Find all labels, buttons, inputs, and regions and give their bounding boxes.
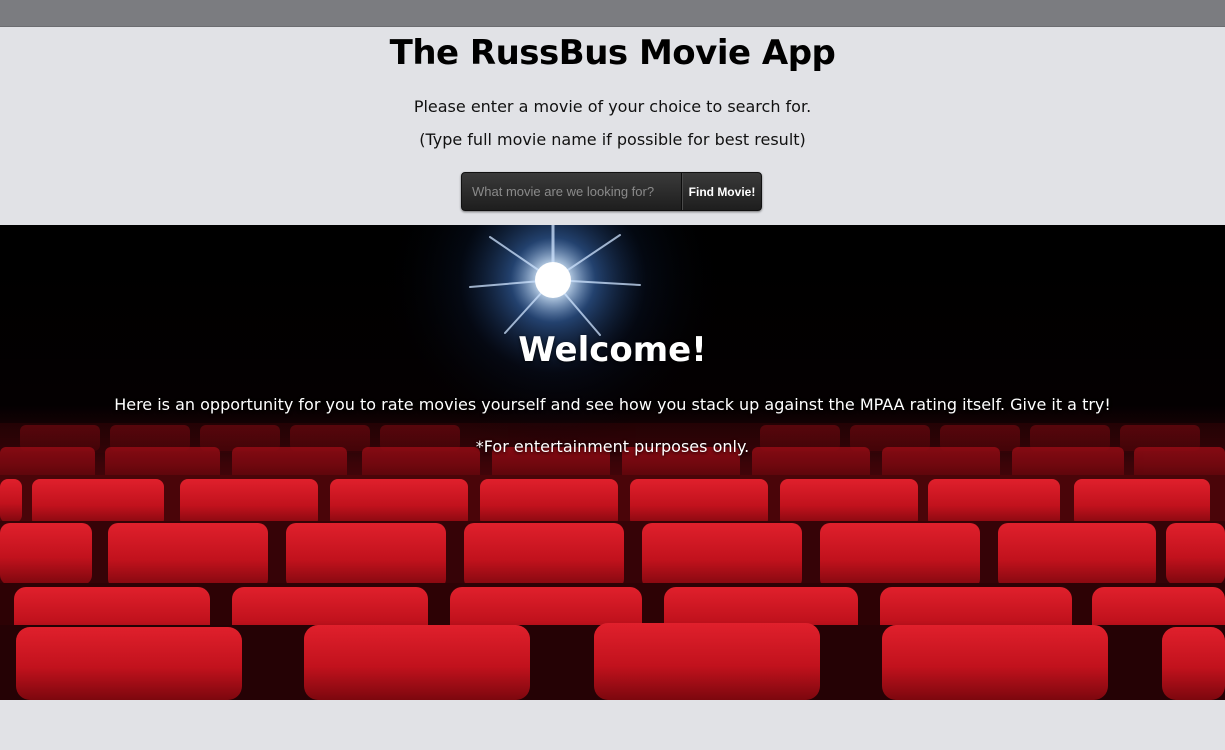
welcome-heading: Welcome! — [518, 330, 707, 370]
hero-banner: Welcome! Here is an opportunity for you … — [0, 225, 1225, 700]
page-title: The RussBus Movie App — [389, 33, 836, 73]
search-hint: (Type full movie name if possible for be… — [419, 130, 806, 149]
search-bar: Find Movie! — [461, 172, 762, 211]
disclaimer-text: *For entertainment purposes only. — [475, 437, 750, 456]
search-input[interactable] — [462, 173, 681, 210]
footer-area — [0, 700, 1225, 750]
welcome-description: Here is an opportunity for you to rate m… — [114, 395, 1111, 414]
theater-seats-projector-image — [0, 225, 1225, 700]
top-bar — [0, 0, 1225, 27]
header: The RussBus Movie App Please enter a mov… — [0, 27, 1225, 225]
search-divider — [681, 173, 682, 210]
find-movie-button[interactable]: Find Movie! — [683, 173, 761, 210]
search-instruction: Please enter a movie of your choice to s… — [413, 97, 812, 116]
